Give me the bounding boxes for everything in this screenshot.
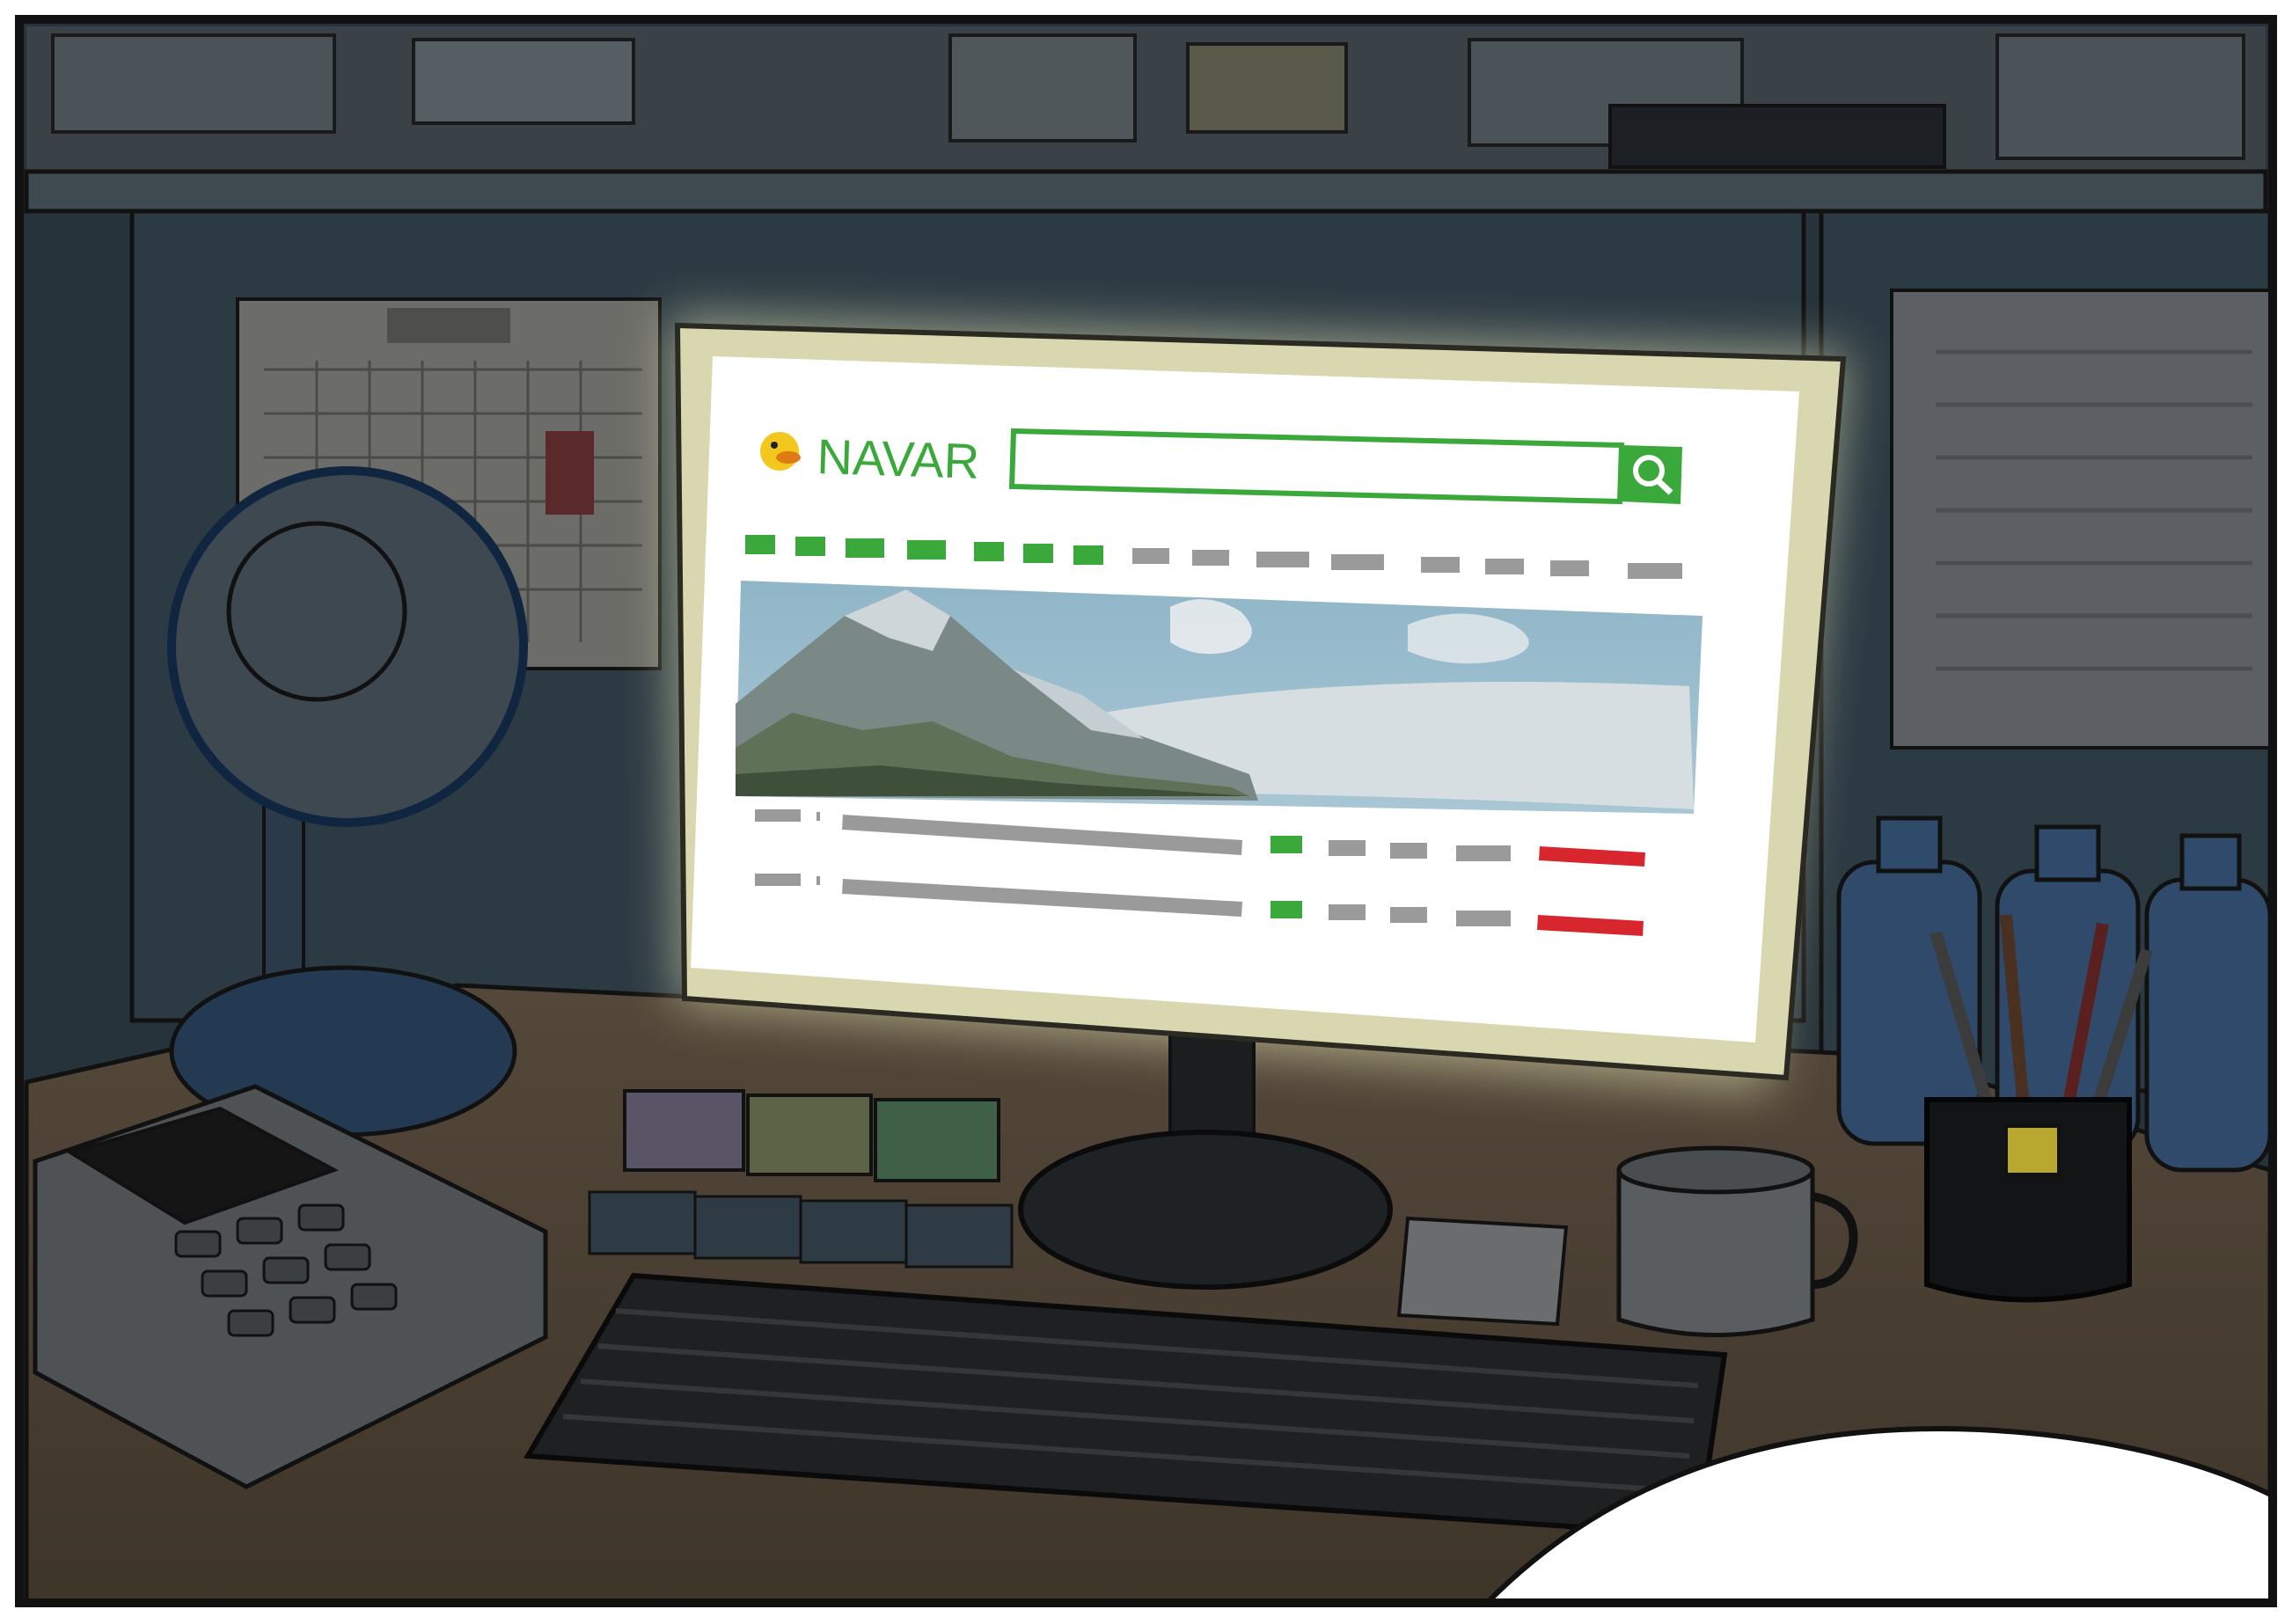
nav-item[interactable] (1421, 557, 1460, 573)
nav-item[interactable] (1192, 550, 1229, 566)
nav-item[interactable] (1256, 552, 1309, 567)
nav-item[interactable] (1023, 544, 1053, 563)
comic-panel: NAVAR (0, 0, 2292, 1624)
monitor: NAVAR (674, 322, 1847, 1081)
nav-item[interactable] (1485, 559, 1524, 574)
nav-item[interactable] (907, 540, 946, 560)
nav-item[interactable] (795, 537, 825, 556)
nav-item[interactable] (1073, 545, 1103, 565)
business-cards (1396, 1216, 1569, 1327)
nav-item[interactable] (1331, 554, 1384, 570)
nav-item[interactable] (974, 542, 1004, 561)
nav-item[interactable] (846, 538, 884, 558)
nav-item[interactable] (1550, 560, 1589, 576)
nav-item[interactable] (1132, 548, 1169, 564)
search-input[interactable] (1008, 428, 1625, 505)
nav-item[interactable] (1628, 563, 1682, 579)
search-button[interactable] (1620, 445, 1682, 504)
logo-text[interactable]: NAVAR (816, 428, 981, 489)
banner-mountain-image[interactable] (736, 581, 1703, 814)
nav-item[interactable] (745, 535, 775, 554)
